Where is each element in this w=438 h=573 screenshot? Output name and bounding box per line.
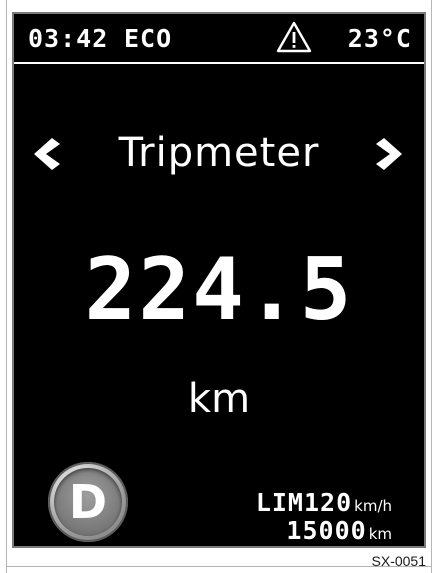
speed-limit-unit: km/h bbox=[354, 497, 392, 515]
chevron-right-icon[interactable] bbox=[376, 136, 406, 172]
figure-border-left bbox=[6, 0, 7, 573]
figure-reference-code: SX-0051 bbox=[371, 553, 426, 569]
speed-limit-value: 120 bbox=[303, 488, 353, 517]
figure-frame: 03:42 ECO 23°C Tripmeter 224.5 km D LIM1… bbox=[0, 0, 438, 573]
instrument-display: 03:42 ECO 23°C Tripmeter 224.5 km D LIM1… bbox=[12, 12, 426, 548]
trip-distance-unit: km bbox=[187, 376, 251, 422]
figure-border-bottom bbox=[6, 566, 432, 567]
gear-letter: D bbox=[68, 475, 108, 529]
outside-temperature: 23°C bbox=[347, 24, 412, 53]
page-title: Tripmeter bbox=[118, 130, 320, 176]
gear-indicator: D bbox=[48, 462, 128, 542]
figure-border-right bbox=[431, 0, 432, 573]
speed-limit-label: LIM bbox=[255, 488, 304, 517]
trip-distance-value: 224.5 bbox=[84, 240, 354, 340]
speed-limit-readout: LIM120 km/h bbox=[256, 488, 392, 517]
gear-indicator-face: D bbox=[54, 468, 122, 536]
odometer-readout: 15000 km bbox=[286, 516, 392, 545]
warning-triangle-icon bbox=[276, 21, 312, 53]
drive-mode-label: ECO bbox=[124, 24, 173, 53]
odometer-unit: km bbox=[368, 525, 392, 543]
clock-readout: 03:42 bbox=[28, 24, 109, 53]
status-bar: 03:42 ECO 23°C bbox=[14, 14, 424, 64]
odometer-value: 15000 bbox=[286, 516, 367, 545]
